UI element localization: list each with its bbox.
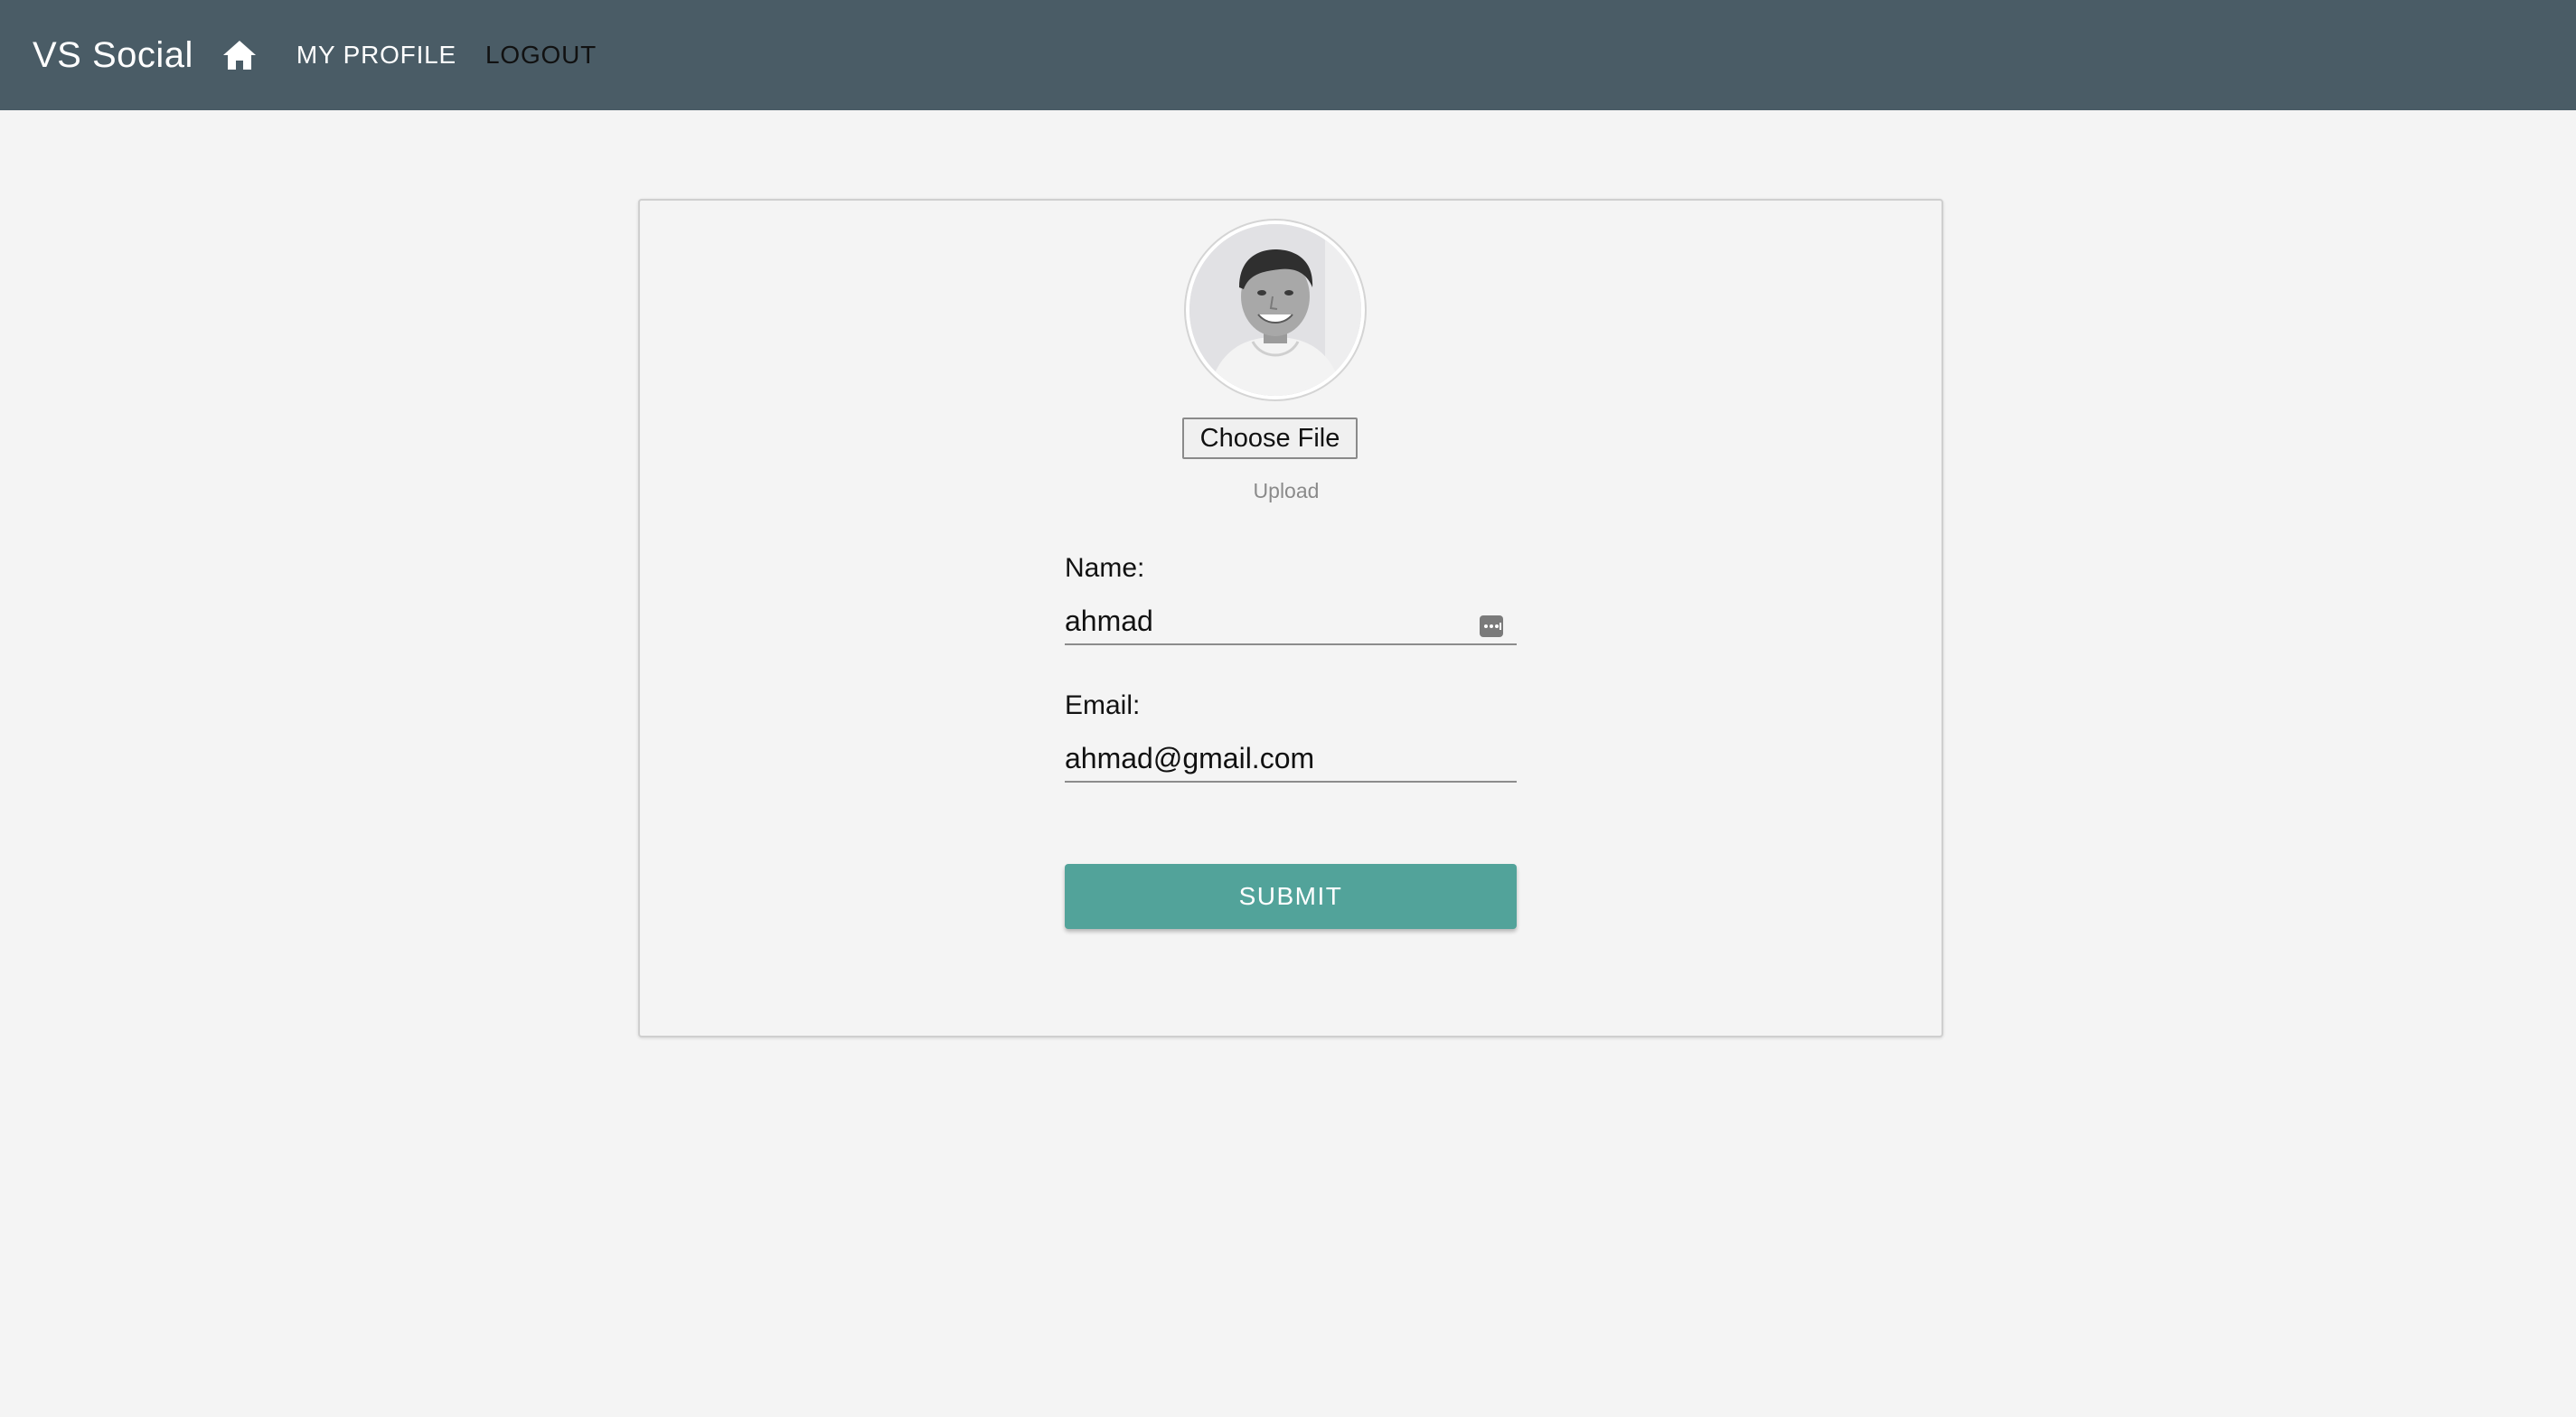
choose-file-button[interactable]: Choose File [1182, 418, 1358, 459]
upload-label[interactable]: Upload [1182, 479, 1390, 503]
profile-photo [1189, 224, 1361, 396]
nav-my-profile-link[interactable]: MY PROFILE [296, 41, 456, 70]
brand-title[interactable]: VS Social [33, 35, 193, 76]
top-navbar: VS Social MY PROFILE LOGOUT [0, 0, 2576, 110]
name-label: Name: [1065, 553, 1145, 583]
profile-card: Choose File Upload Name: Email: SUBMIT [638, 199, 1943, 1037]
home-icon-graphic [222, 41, 256, 70]
email-label: Email: [1065, 690, 1141, 720]
profile-avatar [1186, 221, 1365, 399]
home-icon[interactable] [221, 36, 259, 74]
nav-logout-link[interactable]: LOGOUT [485, 41, 597, 70]
submit-button[interactable]: SUBMIT [1065, 864, 1517, 929]
keyboard-icon[interactable] [1479, 615, 1504, 638]
email-input[interactable] [1065, 736, 1517, 783]
name-input[interactable] [1065, 598, 1517, 645]
